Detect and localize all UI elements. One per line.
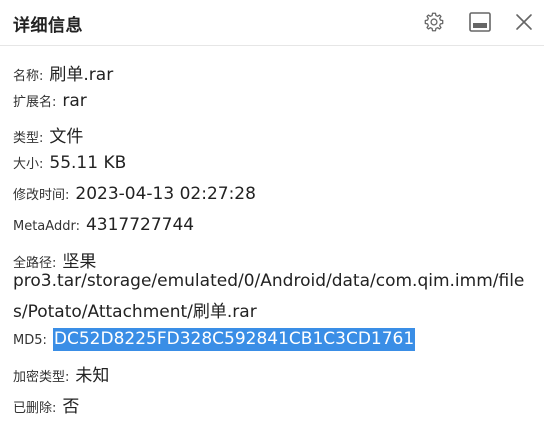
extension-value: rar <box>62 91 87 111</box>
encryption-value: 未知 <box>75 366 110 386</box>
full-path-value-line2: pro3.tar/storage/emulated/0/Android/data… <box>13 271 525 291</box>
deleted-label: 已删除: <box>13 401 57 416</box>
settings-button[interactable] <box>421 9 447 35</box>
dialog-header: 详细信息 <box>0 0 544 46</box>
detail-row-encryption: 加密类型: 未知 <box>13 361 109 386</box>
detail-row-deleted: 已删除: 否 <box>13 392 79 417</box>
minimize-icon <box>469 12 491 32</box>
detail-row-full-path: 全路径: 坚果 <box>13 247 96 272</box>
meta-addr-label: MetaAddr: <box>13 219 80 234</box>
modified-label: 修改时间: <box>13 188 70 203</box>
deleted-value: 否 <box>62 397 80 417</box>
extension-label: 扩展名: <box>13 95 57 110</box>
type-label: 类型: <box>13 131 44 146</box>
detail-row-type: 类型: 文件 <box>13 122 83 147</box>
full-path-label: 全路径: <box>13 256 57 271</box>
detail-row-name: 名称: 刷单.rar <box>13 60 113 85</box>
dialog-title: 详细信息 <box>13 16 83 36</box>
detail-row-size: 大小: 55.11 KB <box>13 153 126 173</box>
type-value: 文件 <box>49 127 84 147</box>
name-label: 名称: <box>13 69 44 84</box>
detail-row-md5: MD5: DC52D8225FD328C592841CB1C3CD1761 <box>13 328 416 351</box>
detail-row-meta-addr: MetaAddr: 4317727744 <box>13 215 194 235</box>
name-value: 刷单.rar <box>49 65 114 85</box>
minimize-button[interactable] <box>467 9 493 35</box>
full-path-value-line1: 坚果 <box>62 252 97 272</box>
size-label: 大小: <box>13 157 44 172</box>
detail-row-extension: 扩展名: rar <box>13 91 87 111</box>
md5-label: MD5: <box>13 333 47 348</box>
close-icon <box>516 14 532 30</box>
close-button[interactable] <box>511 9 537 35</box>
modified-value: 2023-04-13 02:27:28 <box>75 184 256 204</box>
gear-icon <box>424 12 444 32</box>
md5-value[interactable]: DC52D8225FD328C592841CB1C3CD1761 <box>52 328 416 351</box>
size-value: 55.11 KB <box>49 153 127 173</box>
encryption-label: 加密类型: <box>13 370 70 385</box>
meta-addr-value: 4317727744 <box>85 215 195 235</box>
full-path-value-line3: s/Potato/Attachment/刷单.rar <box>13 302 257 322</box>
detail-row-modified: 修改时间: 2023-04-13 02:27:28 <box>13 184 256 204</box>
